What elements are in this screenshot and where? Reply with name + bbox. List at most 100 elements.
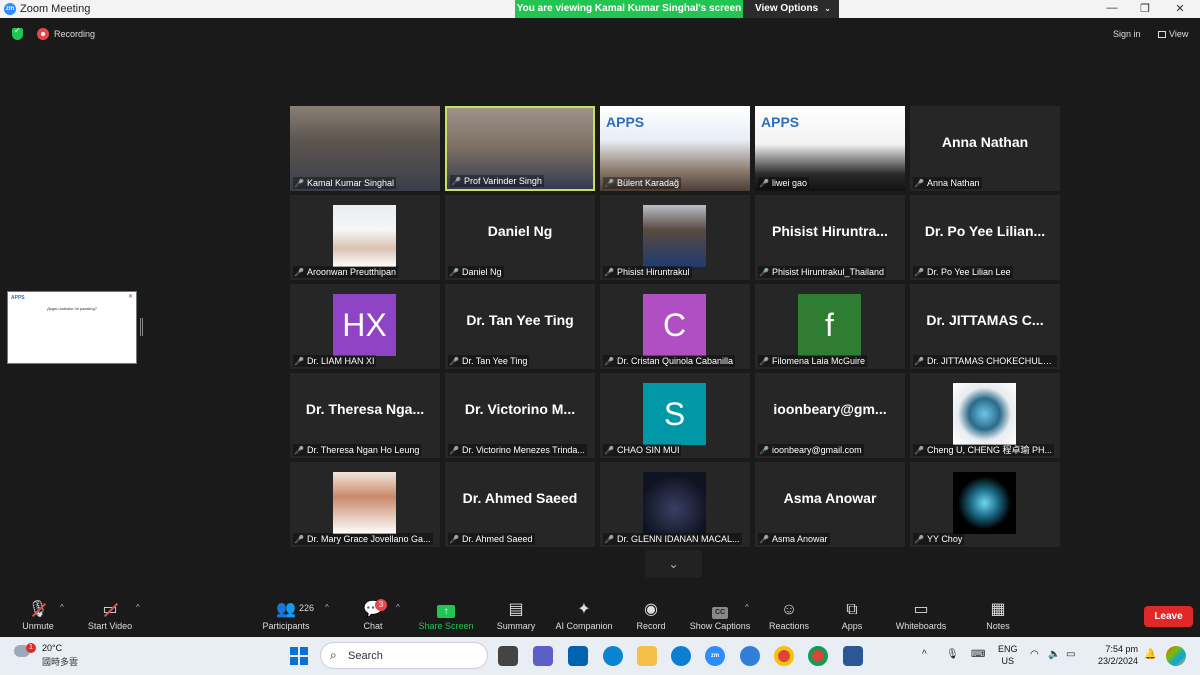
participant-tile[interactable]: Dr. Ahmed Saeed 🎤 Dr. Ahmed Saeed: [445, 462, 595, 547]
edge-beta-icon[interactable]: [740, 646, 760, 666]
word-icon[interactable]: [843, 646, 863, 666]
participants-count: 226: [299, 603, 315, 613]
edge-icon[interactable]: [671, 646, 691, 666]
participant-tile[interactable]: Dr. JITTAMAS C... 🎤 Dr. JITTAMAS CHOKECHUL…: [910, 284, 1060, 369]
windows-start-icon[interactable]: [290, 647, 308, 665]
notes-button[interactable]: ▦ Notes: [958, 599, 1038, 631]
meeting-stage: APPS ✕ Дsgnu saleаlor idi pasaling? 🎤 Kam…: [0, 50, 1200, 595]
view-button[interactable]: View: [1158, 29, 1188, 39]
participants-caret[interactable]: ^: [325, 603, 329, 612]
participant-tile[interactable]: 🎤 Aroonwan Preutthipan: [290, 195, 440, 280]
search-label: Search: [348, 650, 383, 662]
share-screen-label: Share Screen: [418, 621, 474, 631]
audio-options-caret[interactable]: ^: [60, 603, 64, 612]
participant-name-label: 🎤 Dr. LIAM HAN XI: [293, 355, 377, 367]
copilot-icon[interactable]: [603, 646, 623, 666]
taskbar-clock[interactable]: 7:54 pm 23/2/2024: [1090, 643, 1138, 667]
participant-display-name: Dr. Tan Yee Ting: [466, 312, 574, 328]
participant-tile[interactable]: HX 🎤 Dr. LIAM HAN XI: [290, 284, 440, 369]
view-options-button[interactable]: View Options ⌄: [743, 0, 839, 18]
store-icon[interactable]: [568, 646, 588, 666]
sign-in-link[interactable]: Sign in: [1113, 29, 1141, 39]
participant-tile[interactable]: 🎤 Prof Varinder Singh: [445, 106, 595, 191]
chat-caret[interactable]: ^: [396, 603, 400, 612]
participant-tile[interactable]: f 🎤 Filomena Laia McGuire: [755, 284, 905, 369]
participant-tile[interactable]: 🎤 YY Choy: [910, 462, 1060, 547]
muted-mic-icon: 🎤: [914, 268, 924, 277]
microphone-icon[interactable]: 🎙: [946, 649, 959, 660]
muted-mic-icon: 🎤: [759, 357, 769, 366]
participant-name-label: 🎤 Phisist Hiruntrakul: [603, 266, 692, 278]
participant-tile[interactable]: S 🎤 CHAO SIN MUI: [600, 373, 750, 458]
battery-icon[interactable]: ▭: [1066, 649, 1075, 660]
participant-name: Dr. JITTAMAS CHOKECHULE...: [926, 356, 1057, 366]
chrome-icon[interactable]: [774, 646, 794, 666]
whiteboards-label: Whiteboards: [895, 621, 947, 631]
language-region: US: [1001, 656, 1015, 666]
keyboard-icon[interactable]: ⌨: [971, 649, 985, 660]
participant-tile[interactable]: 🎤 Cheng U, CHENG 程卓瑜 PH...: [910, 373, 1060, 458]
minimize-icon[interactable]: —: [1102, 2, 1122, 14]
share-screen-icon: ↑: [406, 599, 486, 621]
start-video-label: Start Video: [87, 621, 133, 631]
participant-name: Dr. Cristan Quinola Cabanilla: [616, 356, 734, 366]
show-more-button[interactable]: ⌄: [645, 550, 702, 578]
participant-tile[interactable]: Dr. Theresa Nga... 🎤 Dr. Theresa Ngan Ho L…: [290, 373, 440, 458]
file-explorer-icon[interactable]: [637, 646, 657, 666]
participant-name-label: 🎤 Dr. Victorino Menezes Trinda...: [448, 444, 587, 456]
restore-icon[interactable]: ❐: [1135, 2, 1155, 15]
participant-tile[interactable]: Phisist Hiruntra... 🎤 Phisist Hiruntrakul_…: [755, 195, 905, 280]
apps-logo: APPS: [606, 114, 645, 130]
language-indicator[interactable]: ENG US: [998, 643, 1018, 667]
participant-name: Dr. Theresa Ngan Ho Leung: [306, 445, 420, 455]
participant-tile[interactable]: Anna Nathan 🎤 Anna Nathan: [910, 106, 1060, 191]
participant-tile[interactable]: 🎤 Dr. GLENN IDANAN MACAL...: [600, 462, 750, 547]
copilot-tray-icon[interactable]: [1166, 646, 1186, 666]
chrome-profile-icon[interactable]: [808, 646, 828, 666]
participant-tile[interactable]: 🎤 Kamal Kumar Singhal: [290, 106, 440, 191]
muted-mic-icon: 🎤: [759, 535, 769, 544]
participant-name-label: 🎤 Kamal Kumar Singhal: [293, 177, 397, 189]
tray-overflow-icon[interactable]: ^: [922, 649, 927, 660]
wifi-icon[interactable]: ◠: [1030, 649, 1039, 660]
resize-handle[interactable]: [140, 318, 143, 336]
participant-tile[interactable]: Daniel Ng 🎤 Daniel Ng: [445, 195, 595, 280]
shared-screen-thumbnail[interactable]: APPS ✕ Дsgnu saleаlor idi pasaling?: [7, 291, 137, 364]
participant-tile[interactable]: ioonbeary@gm... 🎤 ioonbeary@gmail.com: [755, 373, 905, 458]
participant-tile[interactable]: Dr. Tan Yee Ting 🎤 Dr. Tan Yee Ting: [445, 284, 595, 369]
share-screen-button[interactable]: ↑ Share Screen: [406, 599, 486, 631]
participant-tile[interactable]: C 🎤 Dr. Cristan Quinola Cabanilla: [600, 284, 750, 369]
participant-tile[interactable]: Dr. Po Yee Lilian... 🎤 Dr. Po Yee Lilian L…: [910, 195, 1060, 280]
participant-tile[interactable]: 🎤 Dr. Mary Grace Jovellano Ga...: [290, 462, 440, 547]
participant-name-label: 🎤 Anna Nathan: [913, 177, 982, 189]
taskbar-search[interactable]: ⌕ Search: [320, 642, 488, 669]
whiteboards-button[interactable]: ▭ Whiteboards: [881, 599, 961, 631]
search-highlight-image: [447, 649, 481, 663]
recording-icon[interactable]: [37, 28, 49, 40]
volume-icon[interactable]: 🔈: [1048, 649, 1060, 660]
leave-button[interactable]: Leave: [1144, 606, 1193, 627]
teams-icon[interactable]: [533, 646, 553, 666]
participant-name-label: 🎤 Filomena Laia McGuire: [758, 355, 868, 367]
chat-button[interactable]: 💬 Chat: [333, 599, 413, 631]
shared-logo: APPS: [11, 295, 25, 301]
record-button[interactable]: ◉ Record: [611, 599, 691, 631]
video-options-caret[interactable]: ^: [136, 603, 140, 612]
participant-avatar: f: [798, 294, 861, 356]
task-view-icon[interactable]: [498, 646, 518, 666]
notes-label: Notes: [986, 621, 1010, 631]
participant-tile[interactable]: APPS 🎤 liwei gao: [755, 106, 905, 191]
participant-tile[interactable]: APPS 🎤 Bülent Karadağ: [600, 106, 750, 191]
notification-bell-icon[interactable]: 🔔: [1144, 649, 1156, 660]
shield-icon[interactable]: [12, 26, 23, 40]
apps-button[interactable]: ⧉ Apps: [812, 599, 892, 631]
close-icon[interactable]: ✕: [1170, 2, 1190, 15]
zoom-logo-icon: zm: [4, 3, 16, 15]
participant-display-name: Dr. Po Yee Lilian...: [924, 223, 1046, 239]
unmute-button[interactable]: 🎙 Unmute: [0, 599, 78, 631]
participant-tile[interactable]: 🎤 Phisist Hiruntrakul: [600, 195, 750, 280]
participant-tile[interactable]: Asma Anowar 🎤 Asma Anowar: [755, 462, 905, 547]
zoom-taskbar-icon[interactable]: zm: [705, 646, 725, 666]
recording-label: Recording: [54, 29, 96, 39]
participant-tile[interactable]: Dr. Victorino M... 🎤 Dr. Victorino Menezes…: [445, 373, 595, 458]
